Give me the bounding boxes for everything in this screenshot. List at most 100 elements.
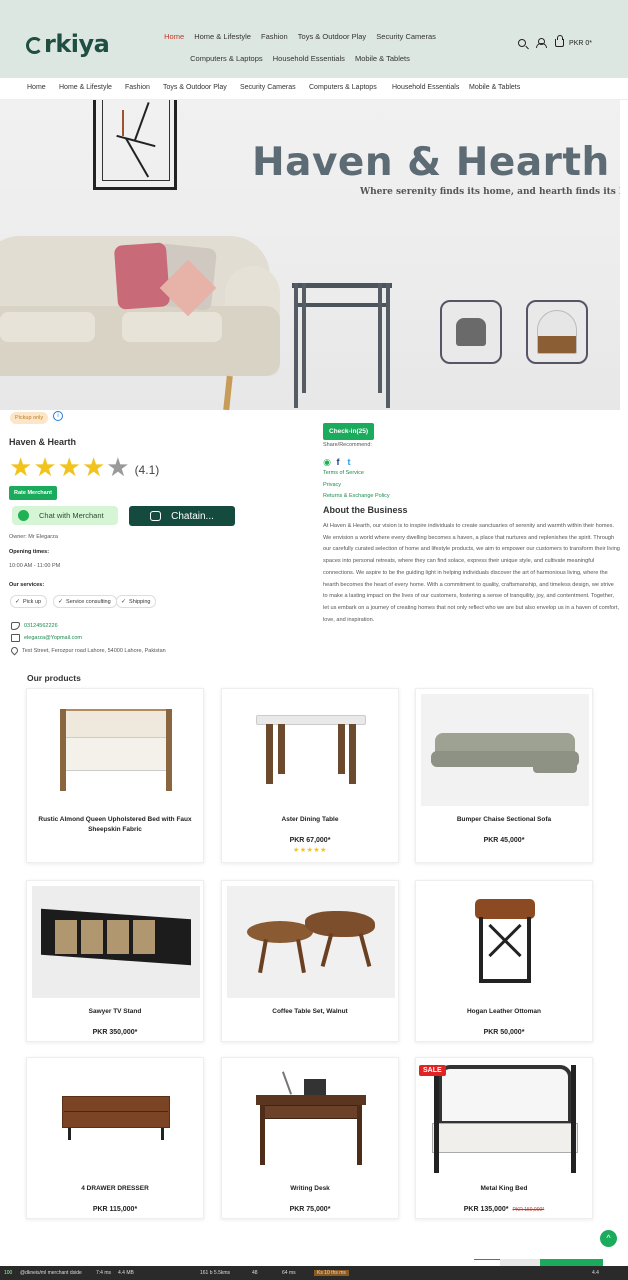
product-price: PKR 50,000* — [483, 1029, 525, 1036]
site-logo[interactable]: rkiya — [26, 30, 110, 58]
subnav-fashion[interactable]: Fashion — [125, 84, 150, 91]
scroll-to-top-button[interactable]: ^ — [600, 1230, 617, 1247]
site-header: rkiya Home Home & Lifestyle Fashion Toys… — [0, 0, 628, 78]
subnav-security-cameras[interactable]: Security Cameras — [240, 84, 296, 91]
wall-clock-image — [93, 100, 177, 190]
checkin-button[interactable]: Check-in(25) — [323, 423, 375, 440]
product-card[interactable]: Hogan Leather Ottoman PKR 50,000* — [415, 880, 593, 1042]
whatsapp-icon — [18, 510, 29, 521]
nav-home-lifestyle[interactable]: Home & Lifestyle — [194, 32, 251, 41]
subnav-home-lifestyle[interactable]: Home & Lifestyle — [59, 84, 112, 91]
product-name[interactable]: Metal King Bed — [422, 1184, 586, 1194]
product-card[interactable]: Rustic Almond Queen Upholstered Bed with… — [26, 688, 204, 863]
product-price: PKR 45,000* — [483, 837, 525, 844]
devtools-status-bar: 100 @dkneis/ml merchant dside 7:4 ms 4.4… — [0, 1266, 628, 1280]
product-image — [421, 886, 589, 998]
product-price: PKR 67,000* — [289, 837, 331, 844]
email-link[interactable]: elegarza@Yopmail.com — [24, 635, 82, 641]
product-image — [227, 886, 395, 998]
product-card[interactable]: Coffee Table Set, Walnut — [221, 880, 399, 1042]
service-pickup: Pick up — [10, 595, 48, 608]
returns-link[interactable]: Returns & Exchange Policy — [323, 493, 390, 499]
product-name[interactable]: 4 DRAWER DRESSER — [33, 1184, 197, 1194]
whatsapp-icon[interactable]: ◉ — [323, 458, 331, 467]
metal-bed-image — [432, 1065, 578, 1173]
privacy-link[interactable]: Privacy — [323, 482, 341, 488]
sectional-sofa-image — [425, 715, 585, 785]
star-icon: ★ — [57, 452, 81, 482]
about-heading: About the Business — [323, 505, 408, 515]
gallery-thumb-chair[interactable] — [440, 300, 502, 364]
header-nav: Home Home & Lifestyle Fashion Toys & Out… — [160, 26, 440, 70]
email-row: elegarza@Yopmail.com — [11, 634, 82, 642]
phone-icon — [11, 622, 20, 630]
chat-with-merchant-button[interactable]: Chat with Merchant — [12, 506, 118, 525]
gallery-thumb-mirror[interactable] — [526, 300, 588, 364]
nav-computers[interactable]: Computers & Laptops — [190, 54, 263, 63]
product-image — [421, 1063, 589, 1175]
nav-home[interactable]: Home — [164, 32, 184, 41]
product-name[interactable]: Sawyer TV Stand — [33, 1007, 197, 1017]
product-card[interactable]: Writing Desk PKR 75,000* — [221, 1057, 399, 1219]
product-card[interactable]: 4 DRAWER DRESSER PKR 115,000* — [26, 1057, 204, 1219]
cart-icon[interactable] — [555, 35, 565, 47]
pickup-badge: Pickup only — [10, 412, 49, 424]
twitter-icon[interactable]: t — [345, 458, 353, 467]
products-heading: Our products — [27, 673, 81, 683]
product-name[interactable]: Writing Desk — [228, 1184, 392, 1194]
product-name[interactable]: Bumper Chaise Sectional Sofa — [422, 815, 586, 825]
address-row: Test Street, Ferozpur road Lahore, 54000… — [9, 645, 166, 656]
info-icon[interactable]: i — [53, 411, 63, 421]
share-label: Share/Recommend: — [323, 442, 372, 448]
product-card[interactable]: Sawyer TV Stand PKR 350,000* — [26, 880, 204, 1042]
nav-household[interactable]: Household Essentials — [273, 54, 345, 63]
subnav-mobile[interactable]: Mobile & Tablets — [469, 84, 520, 91]
star-icon: ★ — [81, 452, 106, 482]
product-name[interactable]: Rustic Almond Queen Upholstered Bed with… — [33, 815, 197, 835]
coffee-table-image — [241, 907, 381, 977]
chatai-button[interactable]: Chatain... — [129, 506, 235, 526]
business-name: Haven & Hearth — [9, 437, 77, 447]
logo-mark — [26, 37, 43, 54]
product-image — [32, 694, 200, 806]
rate-merchant-button[interactable]: Rate Merchant — [9, 486, 57, 500]
sofa-image — [0, 236, 280, 410]
product-image — [227, 694, 395, 806]
product-card[interactable]: Aster Dining Table PKR 67,000* ★★★★★ — [221, 688, 399, 863]
cart-total[interactable]: PKR 0* — [569, 40, 592, 47]
nav-fashion[interactable]: Fashion — [261, 32, 288, 41]
product-card[interactable]: SALE Metal King Bed PKR 135,000* PKR 150,… — [415, 1057, 593, 1219]
services-label: Our services: — [9, 582, 45, 588]
product-price: PKR 75,000* — [289, 1206, 331, 1213]
original-price: PKR 150,000* — [512, 1207, 545, 1213]
subnav-computers[interactable]: Computers & Laptops — [309, 84, 377, 91]
nav-security-cameras[interactable]: Security Cameras — [376, 32, 436, 41]
subnav-toys[interactable]: Toys & Outdoor Play — [163, 84, 227, 91]
subnav-home[interactable]: Home — [27, 84, 46, 91]
phone-row: 03124562226 — [11, 622, 58, 630]
nav-toys[interactable]: Toys & Outdoor Play — [298, 32, 366, 41]
product-image — [421, 694, 589, 806]
facebook-icon[interactable]: f — [334, 458, 342, 467]
phone-link[interactable]: 03124562226 — [24, 623, 58, 629]
mail-icon — [11, 634, 20, 642]
search-icon[interactable] — [518, 39, 527, 47]
product-image — [32, 886, 200, 998]
product-name[interactable]: Aster Dining Table — [228, 815, 392, 825]
sale-badge: SALE — [419, 1065, 446, 1076]
product-name[interactable]: Hogan Leather Ottoman — [422, 1007, 586, 1017]
social-share: ◉ f t — [323, 458, 353, 467]
sub-navigation: Home Home & Lifestyle Fashion Toys & Out… — [0, 78, 628, 100]
about-text: At Haven & Hearth, our vision is to insp… — [323, 523, 620, 623]
hero-banner: Haven & Hearth Where serenity finds its … — [0, 100, 620, 410]
terms-link[interactable]: Terms of Service — [323, 470, 364, 476]
product-image — [227, 1063, 395, 1175]
bottom-tab-strip — [540, 1259, 603, 1266]
product-name[interactable]: Coffee Table Set, Walnut — [228, 1007, 392, 1017]
subnav-household[interactable]: Household Essentials — [392, 84, 459, 91]
nav-mobile[interactable]: Mobile & Tablets — [355, 54, 410, 63]
product-card[interactable]: Bumper Chaise Sectional Sofa PKR 45,000* — [415, 688, 593, 863]
header-actions: PKR 0* — [518, 35, 592, 48]
user-icon[interactable] — [536, 38, 548, 48]
side-table-image — [292, 283, 392, 408]
